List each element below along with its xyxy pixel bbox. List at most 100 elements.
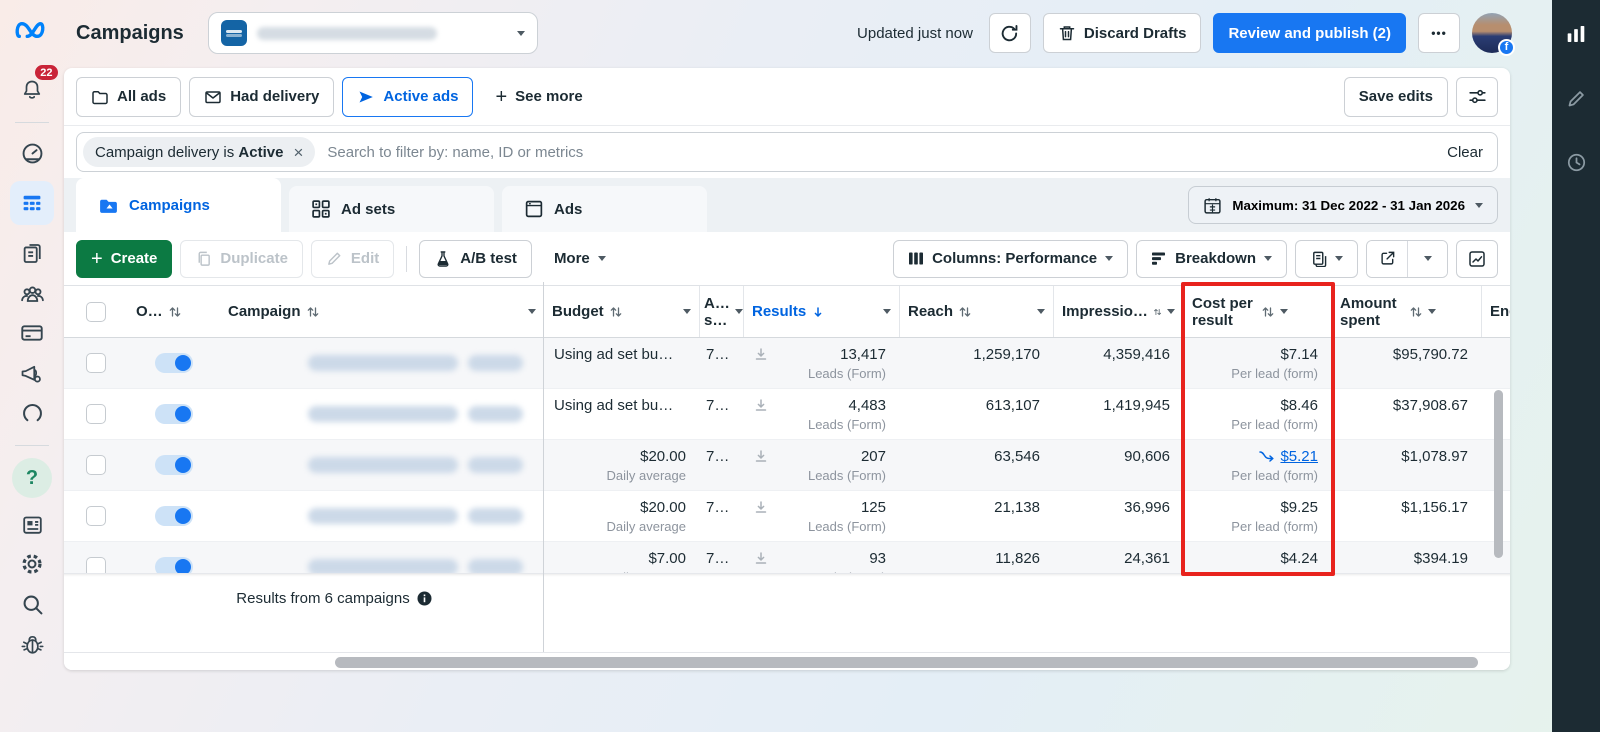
overflow-menu-button[interactable]: ••• <box>1418 13 1460 53</box>
campaign-name-redacted[interactable] <box>220 440 544 490</box>
row-checkbox[interactable] <box>86 404 106 424</box>
amount-spent-cell: $394.19 <box>1413 550 1468 567</box>
chevron-down-icon[interactable] <box>1428 309 1436 314</box>
filter-tab-had-delivery[interactable]: Had delivery <box>189 76 335 117</box>
sidebar-item-report-bug[interactable] <box>10 624 54 664</box>
duplicate-button[interactable]: Duplicate <box>180 239 303 278</box>
discard-drafts-button[interactable]: Discard Drafts <box>1042 13 1202 53</box>
campaign-name-redacted[interactable] <box>220 389 544 439</box>
campaign-toggle[interactable] <box>155 404 193 424</box>
tab-campaigns[interactable]: Campaigns <box>76 178 281 232</box>
campaign-toggle[interactable] <box>155 353 193 373</box>
review-publish-button[interactable]: Review and publish (2) <box>1213 13 1406 53</box>
sidebar-item-ads-settings[interactable] <box>10 353 54 393</box>
gear-icon <box>22 554 42 574</box>
row-checkbox[interactable] <box>86 353 106 373</box>
see-more-button[interactable]: + See more <box>481 77 596 117</box>
download-icon[interactable] <box>754 449 768 467</box>
tab-ad-sets[interactable]: Ad sets <box>289 186 494 232</box>
edit-pencil-button[interactable] <box>1558 80 1594 116</box>
reports-button[interactable] <box>1295 239 1358 278</box>
header-impressions[interactable]: Impressio… <box>1054 286 1184 337</box>
header-budget[interactable]: Budget <box>544 286 700 337</box>
columns-button[interactable]: Columns: Performance <box>893 239 1129 278</box>
sidebar-item-pages[interactable] <box>10 233 54 273</box>
chevron-down-icon[interactable] <box>1280 309 1288 314</box>
history-clock-button[interactable] <box>1558 144 1594 180</box>
updated-status: Updated just now <box>857 24 973 42</box>
campaign-toggle[interactable] <box>155 557 193 573</box>
edit-button[interactable]: Edit <box>310 239 395 278</box>
sidebar-item-recent[interactable] <box>10 393 54 433</box>
export-menu-button[interactable] <box>1407 240 1447 277</box>
close-icon[interactable]: × <box>293 144 303 161</box>
notifications-button[interactable]: 22 <box>10 65 58 110</box>
horizontal-scrollbar[interactable] <box>335 656 1478 668</box>
table-row[interactable]: Using ad set bu… 7… 4,483 Leads (Form) 61… <box>64 389 1510 440</box>
campaign-toggle[interactable] <box>155 455 193 475</box>
ab-test-button[interactable]: A/B test <box>419 239 532 278</box>
sidebar-item-overview[interactable] <box>10 133 54 173</box>
view-charts-button[interactable] <box>1456 239 1498 278</box>
filter-settings-button[interactable] <box>1456 76 1498 117</box>
chevron-down-icon[interactable] <box>734 309 743 314</box>
credit-card-icon <box>21 325 43 341</box>
header-reach[interactable]: Reach <box>900 286 1054 337</box>
download-icon[interactable] <box>754 551 768 569</box>
create-button[interactable]: + Create <box>76 239 173 278</box>
export-button[interactable] <box>1367 240 1407 277</box>
filter-chip-campaign-delivery[interactable]: Campaign delivery is Active × <box>83 137 316 167</box>
chevron-down-icon[interactable] <box>528 309 536 314</box>
select-all-checkbox[interactable] <box>86 301 106 322</box>
insights-charts-button[interactable] <box>1558 16 1594 52</box>
header-results[interactable]: Results <box>744 286 900 337</box>
sidebar-item-settings[interactable] <box>10 544 54 584</box>
chevron-down-icon[interactable] <box>1037 309 1045 314</box>
account-selector[interactable] <box>207 12 538 54</box>
row-checkbox[interactable] <box>86 455 106 475</box>
table-row[interactable]: Using ad set bu… 7… 13,417 Leads (Form) 1… <box>64 338 1510 389</box>
campaign-name-redacted[interactable] <box>220 491 544 541</box>
clear-filters-button[interactable]: Clear <box>1447 144 1483 161</box>
table-row[interactable]: $20.00 Daily average 7… 207 Leads (Form) 6… <box>64 440 1510 491</box>
header-end[interactable]: End <box>1482 286 1510 337</box>
header-cost-per-result[interactable]: Cost per result <box>1184 286 1332 337</box>
chevron-down-icon <box>1475 202 1483 208</box>
download-icon[interactable] <box>754 347 768 365</box>
sidebar-item-audiences[interactable] <box>10 273 54 313</box>
vertical-scrollbar[interactable] <box>1494 390 1503 558</box>
help-button[interactable]: ? <box>10 456 54 500</box>
chevron-down-icon[interactable] <box>683 309 691 314</box>
tab-ads[interactable]: Ads <box>502 186 707 232</box>
header-campaign[interactable]: Campaign <box>220 286 544 337</box>
date-range-button[interactable]: Maximum: 31 Dec 2022 - 31 Jan 2026 <box>1188 186 1498 224</box>
table-row[interactable]: $20.00 Daily average 7… 125 Leads (Form) 2… <box>64 491 1510 542</box>
filter-tab-active-ads[interactable]: Active ads <box>342 76 474 117</box>
info-icon[interactable] <box>417 591 432 606</box>
breakdown-button[interactable]: Breakdown <box>1136 239 1287 278</box>
chevron-down-icon[interactable] <box>1167 309 1175 314</box>
campaign-name-redacted[interactable] <box>220 338 544 388</box>
sidebar-item-news[interactable] <box>10 504 54 544</box>
chevron-down-icon[interactable] <box>883 309 891 314</box>
download-icon[interactable] <box>754 398 768 416</box>
campaign-name-redacted[interactable] <box>220 542 544 573</box>
search-filter-input[interactable]: Campaign delivery is Active × Search to … <box>76 132 1498 172</box>
more-button[interactable]: More <box>540 240 620 278</box>
header-off-on[interactable]: O… <box>128 286 220 337</box>
save-edits-button[interactable]: Save edits <box>1343 76 1448 117</box>
sidebar-item-search[interactable] <box>10 584 54 624</box>
header-amount-spent[interactable]: Amount spent <box>1332 286 1482 337</box>
download-icon[interactable] <box>754 500 768 518</box>
sidebar-item-campaigns[interactable] <box>10 181 54 225</box>
row-checkbox[interactable] <box>86 506 106 526</box>
user-avatar[interactable]: f <box>1472 13 1515 56</box>
filter-tab-all-ads[interactable]: All ads <box>76 76 182 117</box>
campaign-toggle[interactable] <box>155 506 193 526</box>
trends-chart-icon <box>1469 250 1485 267</box>
header-attribution[interactable]: A… s… <box>700 286 744 337</box>
refresh-button[interactable] <box>988 13 1031 53</box>
table-row[interactable]: $7.00Daily average 7… 93Leads (Form) 11,… <box>64 542 1510 573</box>
row-checkbox[interactable] <box>86 557 106 573</box>
sidebar-item-billing[interactable] <box>10 313 54 353</box>
